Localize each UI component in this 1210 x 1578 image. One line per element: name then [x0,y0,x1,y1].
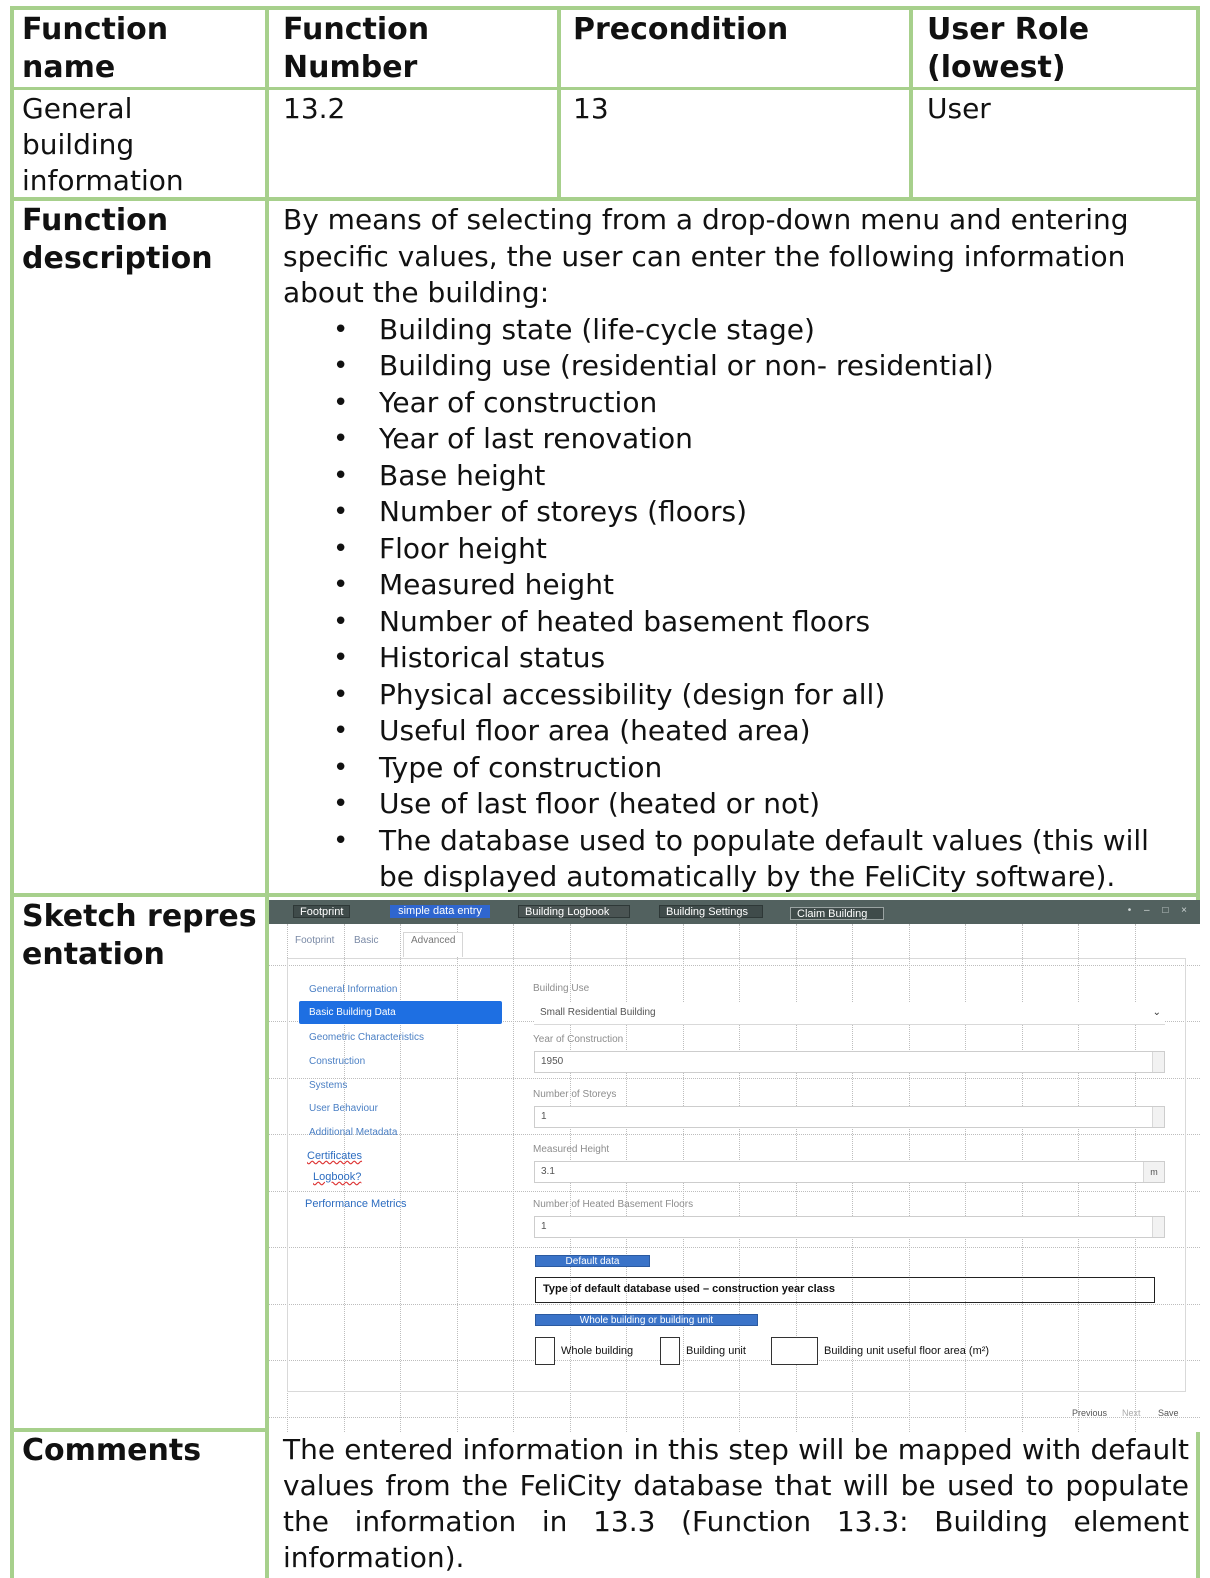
whole-building-checkbox[interactable] [535,1337,555,1365]
list-item: Number of storeys (floors) [283,494,1188,531]
header-precondition: Precondition [573,12,789,47]
stepper-icon[interactable] [1152,1107,1164,1127]
table-border-col2 [557,6,561,201]
chevron-down-icon: ⌄ [1152,1007,1161,1018]
header-user-role: User Role (lowest) [927,12,1090,85]
heated-basement-label: Number of Heated Basement Floors [533,1199,694,1210]
year-of-construction-label: Year of Construction [533,1034,624,1045]
nav-user-behaviour[interactable]: User Behaviour [309,1103,378,1114]
default-data-tag: Default data [535,1255,650,1267]
list-item: Number of heated basement floors [283,604,1188,641]
save-button[interactable]: Save [1158,1408,1179,1418]
cell-function-number: 13.2 [283,92,346,125]
label-function-description: Function description [22,203,213,276]
cell-precondition: 13 [573,92,609,125]
building-use-select[interactable]: Small Residential Building ⌄ [534,1003,1165,1025]
sketch-screenshot: Footprint simple data entry Building Log… [269,900,1200,1432]
whole-building-tag: Whole building or building unit [535,1314,758,1326]
simple-data-entry-button[interactable]: simple data entry [390,905,490,918]
default-database-box: Type of default database used – construc… [535,1277,1155,1303]
nav-general-information[interactable]: General Information [309,984,397,995]
comments-text: The entered information in this step wil… [283,1433,1189,1574]
list-item: Use of last floor (heated or not) [283,786,1188,823]
tab-footprint[interactable]: Footprint [295,935,334,946]
footprint-tab[interactable]: Footprint [293,905,351,918]
stepper-icon[interactable] [1152,1217,1164,1237]
table-border-left [10,6,14,1578]
building-unit-checkbox[interactable] [660,1337,680,1365]
cell-user-role: User [927,92,991,125]
description-list: Building state (life-cycle stage) Buildi… [283,312,1188,896]
heated-basement-input[interactable]: 1 [534,1216,1165,1238]
cell-function-name: General building information [22,92,184,197]
label-sketch-representation: Sketch representation [22,899,257,972]
list-item: Historical status [283,640,1188,677]
unit-addon: m [1143,1162,1164,1182]
building-logbook-button[interactable]: Building Logbook [518,905,630,918]
number-of-storeys-value: 1 [541,1111,547,1122]
measured-height-label: Measured Height [533,1144,610,1155]
list-item: Physical accessibility (design for all) [283,677,1188,714]
nav-certificates[interactable]: Certificates [307,1150,362,1162]
table-border-col3 [909,6,913,201]
heated-basement-value: 1 [541,1221,547,1232]
window-controls[interactable]: • – □ × [1128,905,1192,916]
list-item: Year of last renovation [283,421,1188,458]
tab-basic[interactable]: Basic [354,935,378,946]
measured-height-value: 3.1 [541,1166,555,1177]
building-use-value: Small Residential Building [540,1007,656,1018]
measured-height-input[interactable]: 3.1 m [534,1161,1165,1183]
header-function-number: Function Number [283,12,430,85]
list-item: Type of construction [283,750,1188,787]
function-description: By means of selecting from a drop-down m… [283,202,1188,896]
nav-additional-metadata[interactable]: Additional Metadata [309,1127,397,1138]
function-table: Function name Function Number Preconditi… [0,0,1210,1578]
nav-systems[interactable]: Systems [309,1080,347,1091]
tab-advanced[interactable]: Advanced [411,935,455,946]
app-topbar: Footprint simple data entry Building Log… [269,900,1200,924]
next-button[interactable]: Next [1122,1408,1141,1418]
building-use-label: Building Use [533,983,590,994]
header-function-name: Function name [22,12,169,85]
nav-geometric-characteristics[interactable]: Geometric Characteristics [309,1032,424,1043]
list-item: Useful floor area (heated area) [283,713,1188,750]
nav-basic-building-data[interactable]: Basic Building Data [299,1001,502,1024]
list-item: Building state (life-cycle stage) [283,312,1188,349]
label-comments: Comments [22,1433,202,1468]
nav-logbook[interactable]: Logbook? [313,1171,361,1183]
list-item: The database used to populate default va… [283,823,1188,896]
previous-button[interactable]: Previous [1072,1408,1107,1418]
nav-construction[interactable]: Construction [309,1056,365,1067]
table-border-row1 [10,87,1200,90]
list-item: Floor height [283,531,1188,568]
list-item: Measured height [283,567,1188,604]
building-unit-label: Building unit [686,1345,746,1357]
number-of-storeys-label: Number of Storeys [533,1089,617,1100]
claim-building-button[interactable]: Claim Building [790,907,884,920]
nav-performance-metrics[interactable]: Performance Metrics [305,1198,406,1210]
building-settings-button[interactable]: Building Settings [659,905,763,918]
useful-floor-area-input[interactable] [771,1337,818,1365]
table-border-top [10,6,1200,10]
number-of-storeys-input[interactable]: 1 [534,1106,1165,1128]
year-of-construction-input[interactable]: 1950 [534,1051,1165,1073]
description-intro: By means of selecting from a drop-down m… [283,203,1129,309]
stepper-icon[interactable] [1152,1052,1164,1072]
list-item: Base height [283,458,1188,495]
useful-floor-area-label: Building unit useful floor area (m²) [824,1345,990,1357]
year-of-construction-value: 1950 [541,1056,564,1067]
list-item: Building use (residential or non- reside… [283,348,1188,385]
whole-building-label: Whole building [561,1345,634,1357]
list-item: Year of construction [283,385,1188,422]
